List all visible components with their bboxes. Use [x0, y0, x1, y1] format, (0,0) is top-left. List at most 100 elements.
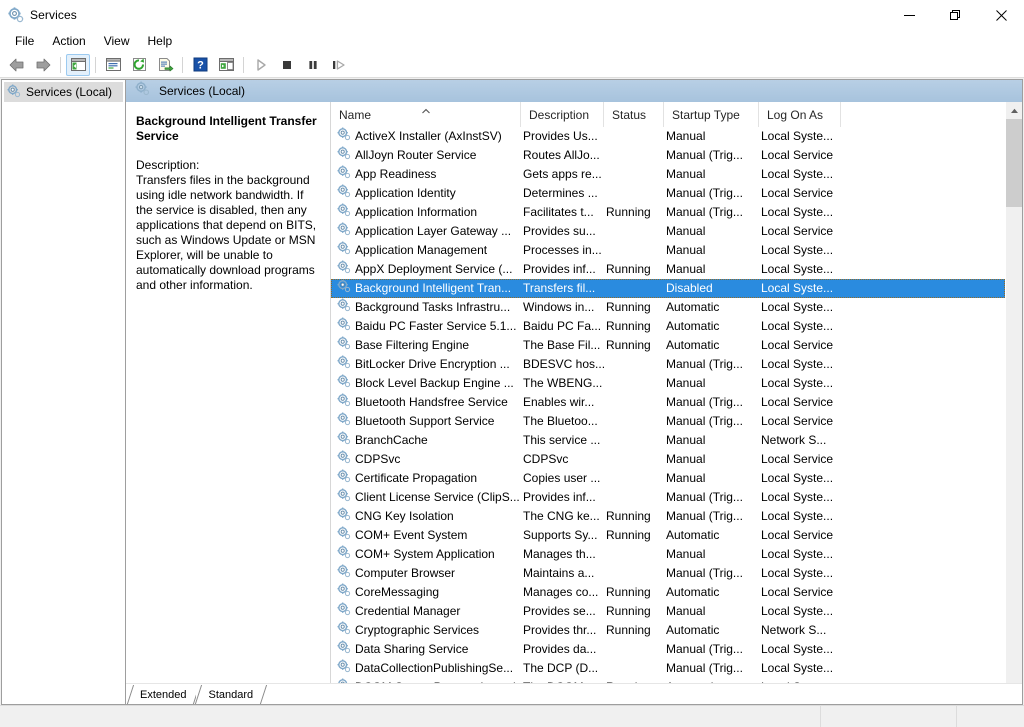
cell-startup: Manual [666, 262, 706, 276]
table-row[interactable]: Application Management Processes in... Man… [331, 241, 1005, 260]
cell-name: CDPSvc [331, 450, 521, 469]
cell-logon: Local Syste... [761, 661, 834, 675]
export-list-icon[interactable] [153, 54, 177, 76]
column-header-description[interactable]: Description [521, 102, 604, 127]
service-gear-icon [337, 165, 351, 184]
column-header-status[interactable]: Status [604, 102, 664, 127]
minimize-button[interactable] [886, 0, 932, 30]
cell-description: Provides thr... [523, 623, 597, 637]
cell-status [604, 450, 664, 469]
scroll-up-button[interactable] [1006, 102, 1022, 119]
cell-description: Manages th... [523, 547, 596, 561]
table-row[interactable]: Block Level Backup Engine ... The WBENG..… [331, 374, 1005, 393]
table-row[interactable]: BranchCache This service ... Manual Network… [331, 431, 1005, 450]
column-header-name[interactable]: Name [331, 102, 521, 127]
cell-status [604, 355, 664, 374]
table-row[interactable]: ActiveX Installer (AxInstSV) Provides Us.… [331, 127, 1005, 146]
scrollbar-track[interactable] [1006, 119, 1022, 683]
refresh-icon[interactable] [127, 54, 151, 76]
table-row[interactable]: Background Intelligent Tran... Transfers … [331, 279, 1005, 298]
description-label: Description: [136, 158, 200, 172]
cell-startup: Disabled [666, 281, 713, 295]
cell-status [604, 431, 664, 450]
main-body: Services (Local) Services (Local) Backgr… [0, 78, 1024, 705]
cell-logon: Local Service [761, 528, 834, 542]
column-header-filler [841, 102, 1005, 127]
table-row[interactable]: CDPSvc CDPSvc Manual Local Service [331, 450, 1005, 469]
vertical-scrollbar[interactable] [1005, 102, 1022, 683]
pause-service-icon[interactable] [301, 54, 325, 76]
toolbar: ? [0, 52, 1024, 78]
cell-description: Provides su... [523, 224, 596, 238]
show-action-pane-icon[interactable] [214, 54, 238, 76]
cell-status: Running [606, 604, 651, 618]
cell-description: The WBENG... [523, 376, 603, 390]
cell-description: CDPSvc [523, 452, 569, 466]
stop-service-icon[interactable] [275, 54, 299, 76]
services-rows[interactable]: ActiveX Installer (AxInstSV) Provides Us.… [331, 127, 1005, 683]
table-row[interactable]: COM+ System Application Manages th... Manu… [331, 545, 1005, 564]
menu-view[interactable]: View [95, 31, 139, 51]
column-header-log-on-as[interactable]: Log On As [759, 102, 841, 127]
restart-service-icon[interactable] [327, 54, 351, 76]
table-row[interactable]: Client License Service (ClipS... Provides… [331, 488, 1005, 507]
tab-standard[interactable]: Standard [196, 685, 264, 704]
cell-status: Running [606, 338, 651, 352]
cell-name-label: CoreMessaging [355, 585, 440, 599]
sidebar-item-services-local[interactable]: Services (Local) [4, 82, 123, 102]
cell-name: AllJoyn Router Service [331, 146, 521, 165]
table-row[interactable]: Credential Manager Provides se... Running M… [331, 602, 1005, 621]
back-icon[interactable] [5, 54, 29, 76]
list-column-headers: Name Description Status Startup Type Log… [331, 102, 1005, 127]
table-row[interactable]: DataCollectionPublishingSe... The DCP (D.… [331, 659, 1005, 678]
table-row[interactable]: AllJoyn Router Service Routes AllJo... Man… [331, 146, 1005, 165]
help-icon[interactable]: ? [188, 54, 212, 76]
scrollbar-thumb[interactable] [1006, 119, 1022, 207]
table-row[interactable]: App Readiness Gets apps re... Manual Local … [331, 165, 1005, 184]
menu-help[interactable]: Help [139, 31, 182, 51]
menu-action[interactable]: Action [43, 31, 94, 51]
cell-logon: Local Syste... [761, 205, 834, 219]
service-gear-icon [337, 431, 351, 450]
console-tree-pane: Services (Local) [1, 79, 125, 705]
service-gear-icon [337, 393, 351, 412]
table-row[interactable]: CoreMessaging Manages co... Running Automat… [331, 583, 1005, 602]
table-row[interactable]: Bluetooth Handsfree Service Enables wir..… [331, 393, 1005, 412]
cell-status: Running [606, 205, 651, 219]
table-row[interactable]: Application Layer Gateway ... Provides su… [331, 222, 1005, 241]
cell-status: Running [606, 262, 651, 276]
show-hide-console-tree-icon[interactable] [66, 53, 90, 76]
tab-extended[interactable]: Extended [128, 685, 197, 704]
cell-name-label: COM+ Event System [355, 528, 468, 542]
table-row[interactable]: COM+ Event System Supports Sy... Running Au… [331, 526, 1005, 545]
cell-name: AppX Deployment Service (... [331, 260, 521, 279]
cell-name-label: Baidu PC Faster Service 5.1... [355, 319, 517, 333]
cell-status [604, 488, 664, 507]
start-service-icon[interactable] [249, 54, 273, 76]
cell-logon: Local Syste... [761, 471, 834, 485]
cell-description: Enables wir... [523, 395, 595, 409]
properties-icon[interactable] [101, 54, 125, 76]
table-row[interactable]: Application Information Facilitates t... R… [331, 203, 1005, 222]
table-row[interactable]: AppX Deployment Service (... Provides inf… [331, 260, 1005, 279]
table-row[interactable]: Application Identity Determines ... Manual… [331, 184, 1005, 203]
table-row[interactable]: CNG Key Isolation The CNG ke... Running Man… [331, 507, 1005, 526]
table-row[interactable]: Computer Browser Maintains a... Manual (Tr… [331, 564, 1005, 583]
table-row[interactable]: Baidu PC Faster Service 5.1... Baidu PC F… [331, 317, 1005, 336]
service-gear-icon [337, 507, 351, 526]
cell-status [604, 146, 664, 165]
table-row[interactable]: Bluetooth Support Service The Bluetoo... M… [331, 412, 1005, 431]
menu-file[interactable]: File [6, 31, 43, 51]
cell-logon: Local Service [761, 338, 834, 352]
table-row[interactable]: Certificate Propagation Copies user ... Ma… [331, 469, 1005, 488]
column-header-startup-type[interactable]: Startup Type [664, 102, 759, 127]
pane-content: Background Intelligent Transfer Service … [126, 102, 1022, 683]
restore-button[interactable] [932, 0, 978, 30]
forward-icon[interactable] [31, 54, 55, 76]
table-row[interactable]: Background Tasks Infrastru... Windows in.… [331, 298, 1005, 317]
table-row[interactable]: BitLocker Drive Encryption ... BDESVC hos… [331, 355, 1005, 374]
table-row[interactable]: Cryptographic Services Provides thr... Run… [331, 621, 1005, 640]
table-row[interactable]: Base Filtering Engine The Base Fil... Runn… [331, 336, 1005, 355]
close-button[interactable] [978, 0, 1024, 30]
table-row[interactable]: Data Sharing Service Provides da... Manual… [331, 640, 1005, 659]
